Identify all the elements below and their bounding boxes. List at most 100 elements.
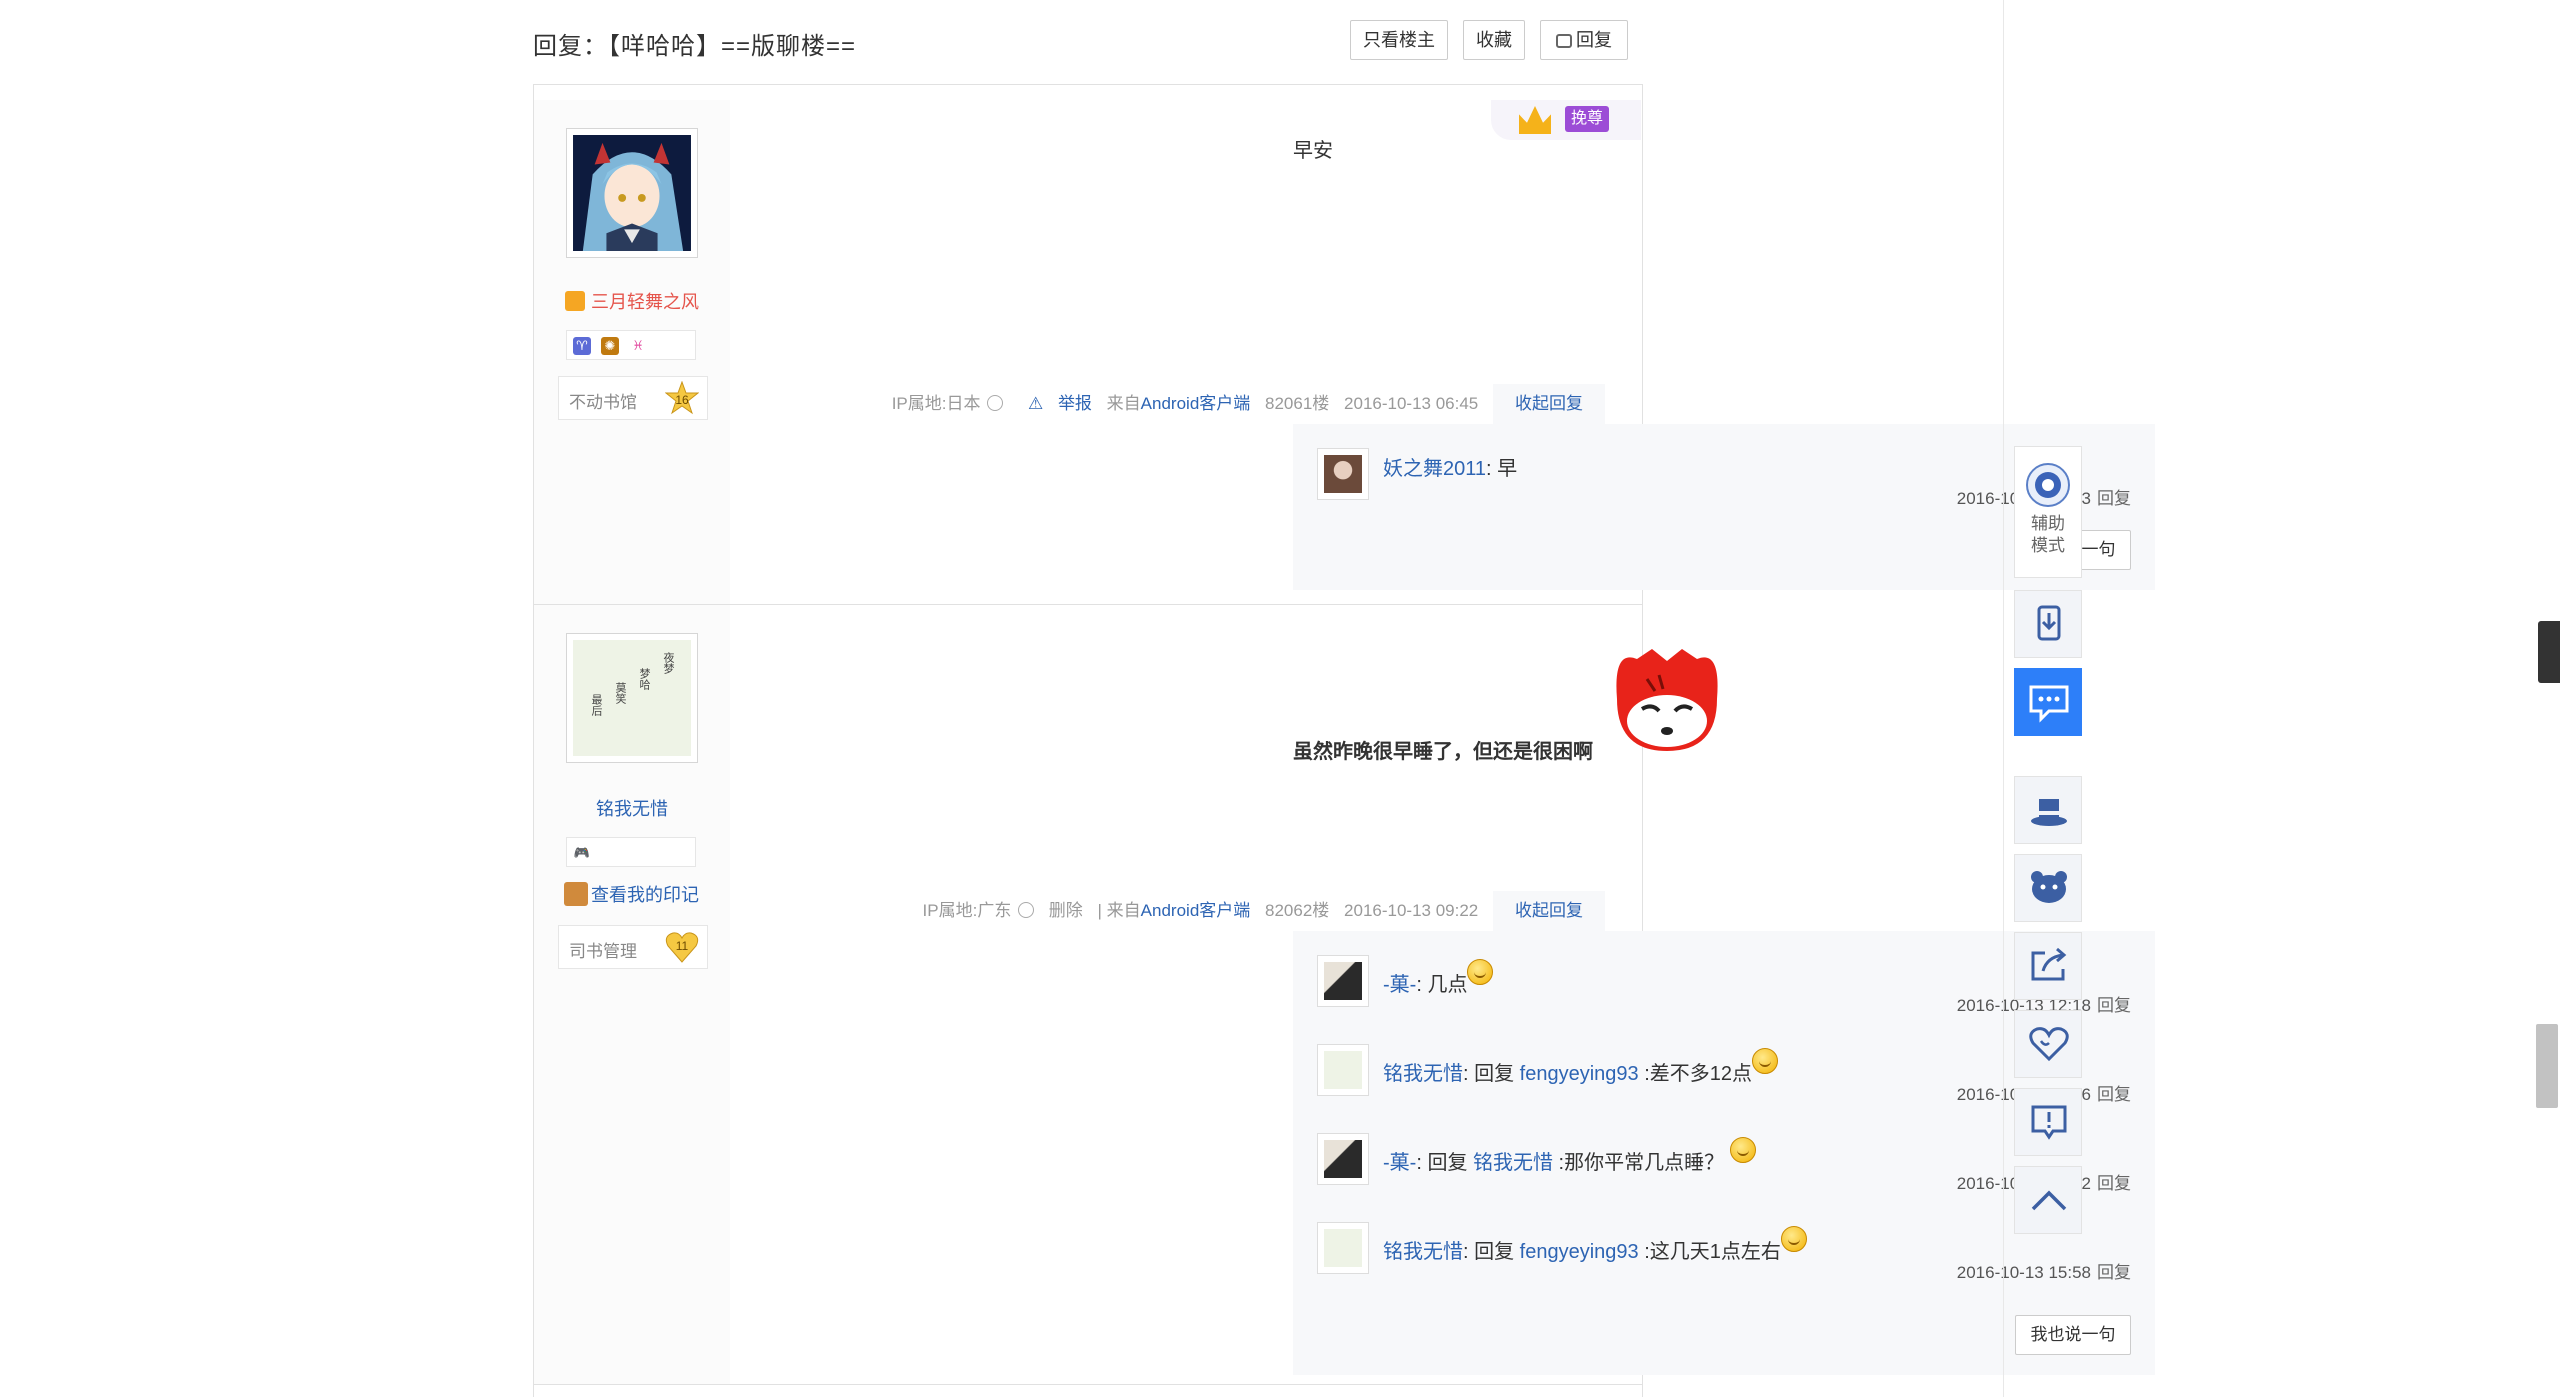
- floor-number: 82062楼: [1265, 901, 1330, 920]
- author-name-text: 三月轻舞之风: [591, 292, 699, 312]
- like-heart-icon: [2029, 1027, 2069, 1062]
- fold-replies-button[interactable]: 收起回复: [1493, 891, 1605, 931]
- reply-item: 铭我无惜: 回复 fengyeying93 :这几天1点左右 2016-10-1…: [1317, 1222, 2131, 1292]
- bear-face-button[interactable]: [2014, 854, 2082, 922]
- post-time: 2016-10-13 09:22: [1344, 901, 1479, 920]
- reply-button[interactable]: 回复: [1540, 20, 1628, 60]
- smile-emoticon-icon: [1780, 1226, 1807, 1252]
- author-avatar[interactable]: [566, 128, 698, 258]
- post-time: 2016-10-13 06:45: [1344, 394, 1479, 413]
- user-avatar-icon: [1324, 962, 1362, 1000]
- reply-reply-link[interactable]: 回复: [2097, 489, 2131, 508]
- game-badge-icon: 🎮: [573, 844, 591, 862]
- floating-handle[interactable]: [2538, 621, 2560, 683]
- level-title: 不动书馆: [569, 393, 637, 412]
- author-name[interactable]: 铭我无惜: [534, 795, 730, 821]
- avatar-text-4: 最后: [590, 694, 603, 716]
- report-icon: [2031, 1105, 2067, 1140]
- thread-header: 回复：【咩哈哈】==版聊楼== 只看楼主 收藏 回复: [533, 0, 1643, 85]
- level-number: 11: [676, 939, 689, 953]
- reply-body: :差不多12点: [1638, 1063, 1753, 1085]
- magic-hat-button[interactable]: [2014, 776, 2082, 844]
- report-button[interactable]: [2014, 1088, 2082, 1156]
- crown-icon: [1519, 106, 1551, 134]
- reply-item: 铭我无惜: 回复 fengyeying93 :差不多12点 2016-10-13…: [1317, 1044, 2131, 1114]
- download-app-icon: [2037, 605, 2061, 641]
- back-to-top-button[interactable]: [2014, 1166, 2082, 1234]
- reply-target[interactable]: fengyeying93: [1520, 1241, 1639, 1263]
- avatar-text-1: 夜梦: [662, 652, 675, 674]
- author-avatar[interactable]: 夜梦 梦哈 莫笑 最后: [566, 633, 698, 763]
- imprint-link[interactable]: 查看我的印记: [564, 881, 699, 907]
- reply-avatar[interactable]: [1317, 448, 1369, 500]
- reply-body: :那你平常几点睡？: [1553, 1152, 1725, 1174]
- reply-user[interactable]: 铭我无惜: [1383, 1241, 1463, 1263]
- reply-target[interactable]: 铭我无惜: [1473, 1152, 1553, 1174]
- reply-body: :这几天1点左右: [1638, 1241, 1781, 1263]
- warning-icon: ⚠: [1027, 394, 1044, 413]
- reply-user[interactable]: 妖之舞2011: [1383, 458, 1486, 480]
- post-author-panel: 夜梦 梦哈 莫笑 最后 铭我无惜 🎮 查看我的印记 司书管理 11: [534, 605, 730, 1384]
- reply-time: 2016-10-13 15:58 回复: [1957, 1258, 2131, 1283]
- smile-emoticon-icon: [1467, 959, 1494, 985]
- download-app-button[interactable]: [2014, 590, 2082, 658]
- delete-link[interactable]: 删除: [1049, 901, 1083, 920]
- floor-number: 82061楼: [1265, 394, 1330, 413]
- level-heart-icon: 11: [665, 932, 699, 963]
- client-prefix: 来自: [1106, 394, 1141, 413]
- author-level[interactable]: 司书管理 11: [558, 925, 708, 969]
- user-avatar-icon: [1324, 455, 1362, 493]
- fold-replies-button[interactable]: 收起回复: [1493, 384, 1605, 424]
- only-op-button[interactable]: 只看楼主: [1350, 20, 1448, 60]
- share-button[interactable]: [2014, 932, 2082, 1000]
- assist-mode-icon: [2026, 463, 2070, 507]
- reply-body: : 早: [1486, 458, 1518, 480]
- post-meta: IP属地:日本 ⚠ 举报 来自Android客户端 82061楼 2016-10…: [882, 384, 1605, 424]
- post-meta: IP属地:广东 删除 | 来自Android客户端 82062楼 2016-10…: [913, 891, 1605, 931]
- reply-avatar[interactable]: [1317, 1044, 1369, 1096]
- reply-reply-link[interactable]: 回复: [2097, 1263, 2131, 1282]
- magic-hat-icon: [2031, 799, 2067, 826]
- reply-item: -菓-: 几点 2016-10-13 12:18 回复: [1317, 955, 2131, 1025]
- level-number: 16: [675, 393, 689, 407]
- reply-target[interactable]: fengyeying93: [1520, 1063, 1639, 1085]
- reply-text: 妖之舞2011: 早: [1383, 452, 1517, 481]
- report-link[interactable]: ⚠ 举报: [1018, 394, 1092, 413]
- back-to-top-icon: [2031, 1190, 2067, 1211]
- reply-avatar[interactable]: [1317, 955, 1369, 1007]
- favorite-button[interactable]: 收藏: [1463, 20, 1525, 60]
- user-avatar-icon: [1324, 1051, 1362, 1089]
- user-avatar-icon: [1324, 1140, 1362, 1178]
- scrollbar-thumb[interactable]: [2536, 1024, 2558, 1108]
- reply-reply-link[interactable]: 回复: [2097, 996, 2131, 1015]
- help-icon: [1018, 902, 1035, 918]
- reply-user[interactable]: -菓-: [1383, 974, 1416, 996]
- reply-user[interactable]: 铭我无惜: [1383, 1063, 1463, 1085]
- post-author-panel: 三月轻舞之风 ♈ ✺ ♓ 不动书馆 16: [534, 100, 730, 604]
- client-link[interactable]: Android客户端: [1141, 394, 1251, 413]
- assist-mode-button[interactable]: 辅助模式: [2014, 446, 2082, 578]
- say-something-button[interactable]: 我也说一句: [2015, 1315, 2131, 1355]
- reply-reply-link[interactable]: 回复: [2097, 1085, 2131, 1104]
- crown-badge-icon: [565, 291, 585, 311]
- author-name[interactable]: 三月轻舞之风: [534, 288, 730, 314]
- reply-user[interactable]: -菓-: [1383, 1152, 1416, 1174]
- author-level[interactable]: 不动书馆 16: [558, 376, 708, 420]
- client-prefix: | 来自: [1097, 901, 1141, 920]
- reply-avatar[interactable]: [1317, 1133, 1369, 1185]
- comment-button[interactable]: [2014, 668, 2082, 736]
- author-badges: ♈ ✺ ♓: [566, 330, 696, 360]
- client-link[interactable]: Android客户端: [1141, 901, 1251, 920]
- reply-prefix: : 回复: [1416, 1152, 1473, 1174]
- calligraphy-avatar-icon: 夜梦 梦哈 莫笑 最后: [573, 640, 691, 756]
- ip-location: IP属地:日本: [891, 394, 981, 413]
- ip-location: IP属地:广东: [922, 901, 1012, 920]
- like-button[interactable]: [2014, 1010, 2082, 1078]
- reply-avatar[interactable]: [1317, 1222, 1369, 1274]
- red-cat-emoticon-icon: [1616, 649, 1718, 751]
- reply-reply-link[interactable]: 回复: [2097, 1174, 2131, 1193]
- post-82062: 夜梦 梦哈 莫笑 最后 铭我无惜 🎮 查看我的印记 司书管理 11 虽然昨晚很早…: [533, 605, 2155, 1385]
- reply-text: -菓-: 回复 铭我无惜 :那你平常几点睡？: [1383, 1137, 1756, 1175]
- level-title: 司书管理: [569, 942, 637, 961]
- bear-face-icon: [2031, 871, 2067, 903]
